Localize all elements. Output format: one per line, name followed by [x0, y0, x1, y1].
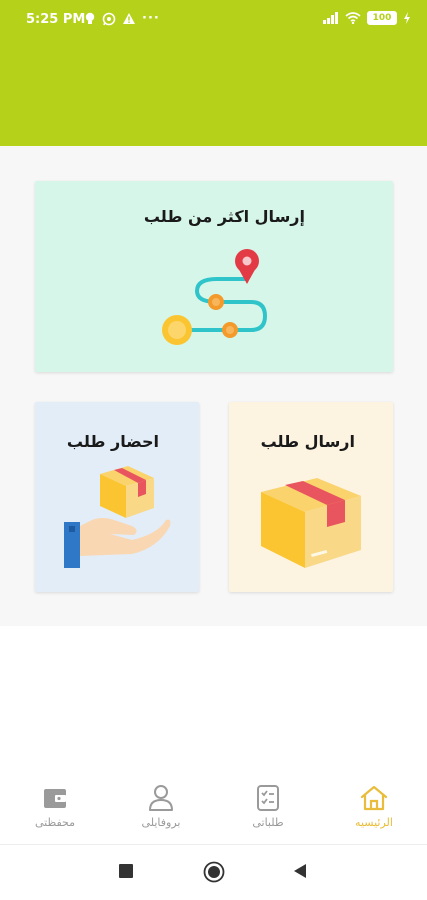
alert-icon [123, 13, 135, 24]
nav-item-home[interactable]: الرئيسيه [334, 784, 414, 842]
nav-item-my-orders[interactable]: طلباتى [228, 784, 308, 842]
nav-label-wallet: محفظتى [34, 816, 76, 829]
status-time: 5:25 PM [26, 12, 86, 27]
home-circle-icon[interactable] [203, 861, 225, 883]
send-multiple-orders-title: إرسال اكثر من طلب [143, 207, 305, 226]
checklist-icon [257, 785, 279, 811]
hand-box-icon [64, 466, 171, 568]
nav-item-wallet[interactable]: محفظتى [15, 784, 95, 842]
send-order-card[interactable]: ارسال طلب [229, 402, 393, 592]
charging-icon [404, 12, 410, 24]
nav-label-my-orders: طلباتى [252, 816, 284, 829]
nav-label-profile: بروفايلى [141, 816, 181, 829]
app-header: 5:25 PM ··· 100 [0, 0, 427, 146]
send-order-title: ارسال طلب [260, 432, 355, 451]
bulb-icon [85, 12, 95, 24]
home-icon [360, 785, 388, 811]
nav-label-home: الرئيسيه [355, 816, 393, 829]
bottom-nav: الرئيسيه طلباتى بروفايلى محفظتى [0, 776, 427, 844]
wifi-icon [345, 12, 361, 24]
whatsapp-icon [102, 12, 116, 25]
battery-icon: 100 [367, 11, 397, 25]
send-multiple-orders-card[interactable]: إرسال اكثر من طلب [35, 181, 393, 372]
recents-icon[interactable] [118, 863, 134, 879]
more-notifications: ··· [142, 11, 160, 26]
box-icon [261, 478, 361, 568]
system-nav-bar [0, 844, 427, 900]
fetch-order-title: احضار طلب [66, 432, 159, 451]
status-bar: 5:25 PM ··· 100 [0, 0, 427, 38]
user-icon [149, 785, 173, 811]
status-icons-right: 100 [323, 11, 411, 25]
status-icons-left: ··· [84, 11, 160, 26]
back-icon[interactable] [292, 863, 308, 879]
signal-icon [323, 12, 338, 24]
wallet-icon [44, 789, 66, 808]
route-icon [162, 249, 268, 345]
fetch-order-card[interactable]: احضار طلب [35, 402, 199, 592]
screen: 5:25 PM ··· 100 إرسال اكثر من طلب ارسال … [0, 0, 427, 900]
nav-item-profile[interactable]: بروفايلى [121, 784, 201, 842]
